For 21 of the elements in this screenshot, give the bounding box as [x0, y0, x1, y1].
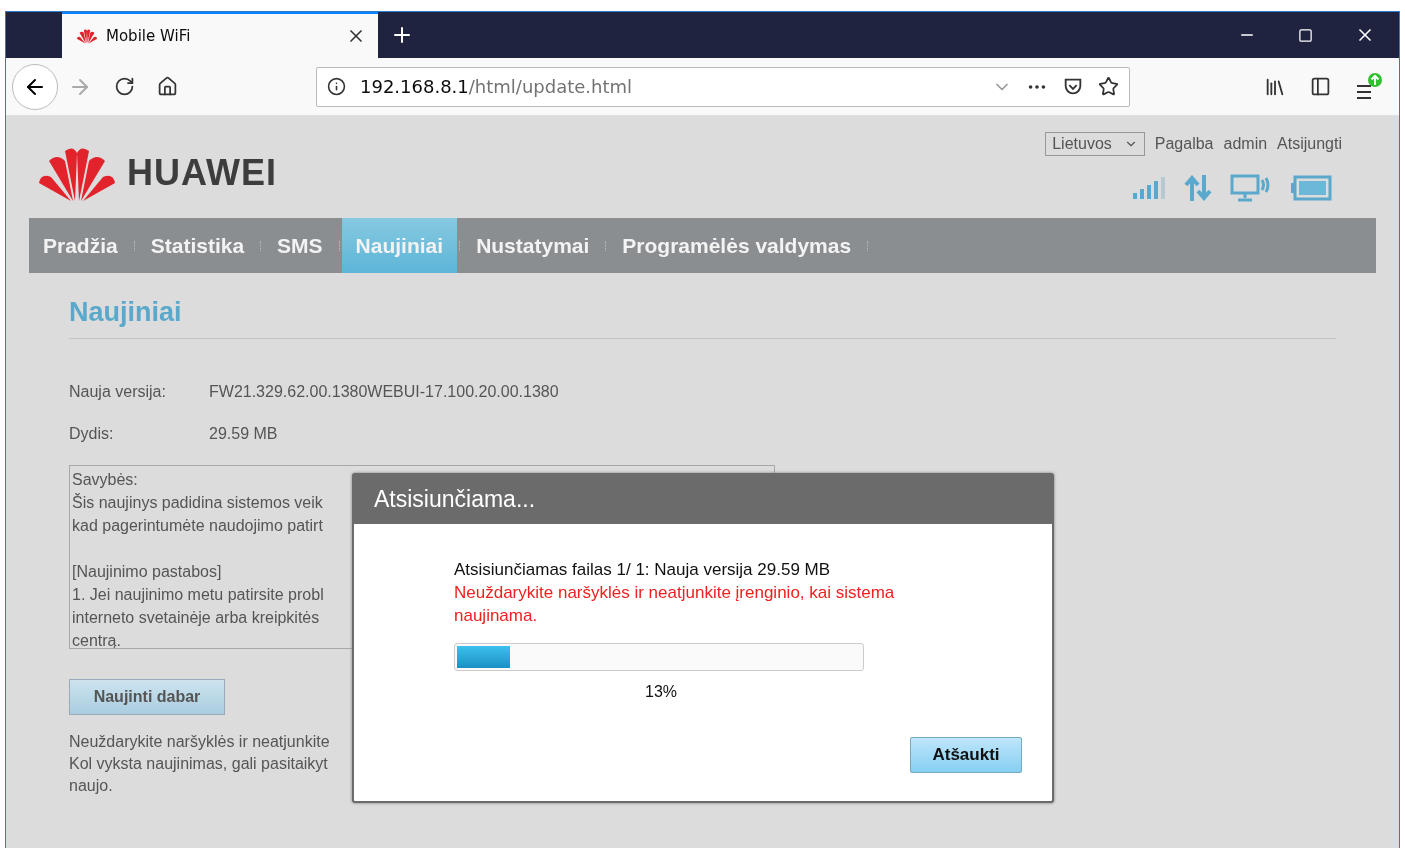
- note-line: 1. Jei naujinimo metu patirsite probl: [72, 585, 324, 605]
- download-status: Atsisiunčiamas failas 1/ 1: Nauja versija 29.59 MB: [454, 559, 832, 581]
- field-value: FW21.329.62.00.1380WEBUI-17.100.20.00.1380: [209, 383, 560, 401]
- field-label: Nauja versija:: [69, 383, 167, 401]
- url-text: 192.168.8.1/html/update.html: [360, 76, 634, 97]
- note-line: kad pagerintumėte naudojimo patirt: [72, 516, 323, 536]
- tab-title: Mobile WiFi: [106, 27, 192, 45]
- dialog-title: Atsisiunčiama...: [354, 475, 1052, 524]
- warning-line: Neuždarykite naršyklės ir neatjunkite: [69, 732, 330, 752]
- page-title: Naujiniai: [69, 297, 1336, 339]
- field-label: Dydis:: [69, 425, 115, 443]
- note-line: Savybės:: [72, 470, 138, 490]
- note-line: Šis naujinys padidina sistemos veik: [72, 492, 323, 513]
- logo-text: HUAWEI: [127, 152, 277, 194]
- warning-line: naujo.: [69, 776, 113, 796]
- progress-percent: 13%: [644, 683, 678, 701]
- note-line: [Naujinimo pastabos]: [72, 562, 222, 582]
- note-line: interneto svetainėje arba kreipkitės: [72, 608, 320, 628]
- warning-line: Kol vyksta naujinimas, gali pasitaikyt: [69, 754, 328, 774]
- field-value: 29.59 MB: [209, 425, 279, 443]
- dialog-warning: Neuždarykite naršyklės ir neatjunkite įrenginio, kai sistema naujinama.: [454, 582, 896, 627]
